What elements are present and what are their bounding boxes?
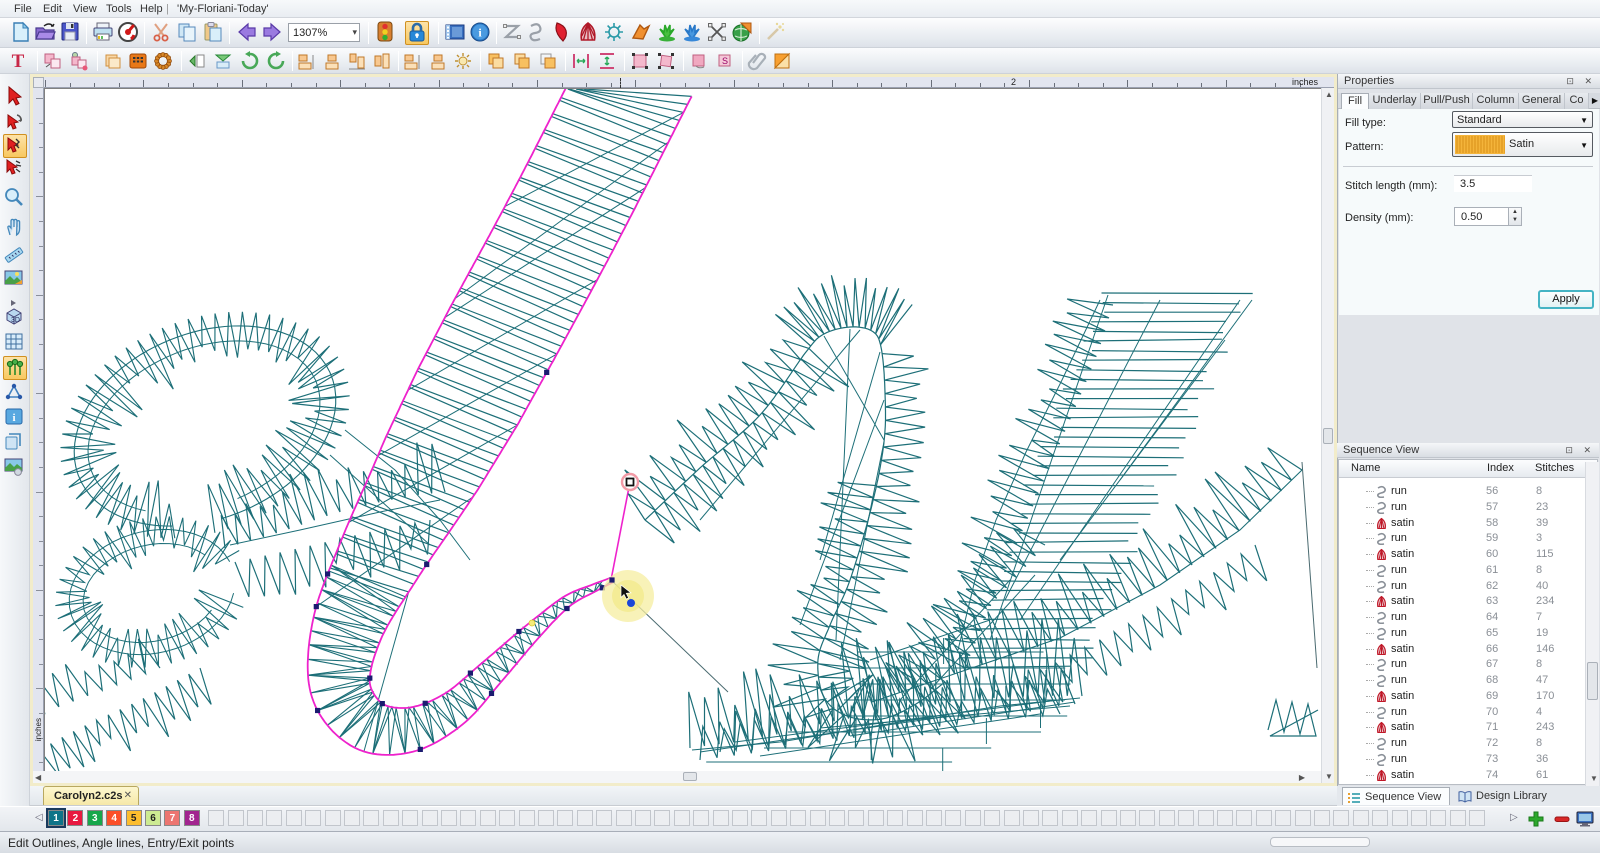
svg-text:S: S	[722, 56, 728, 66]
svg-text:3D: 3D	[11, 317, 20, 324]
svg-text:i: i	[12, 412, 15, 424]
svg-text:T: T	[12, 51, 25, 71]
